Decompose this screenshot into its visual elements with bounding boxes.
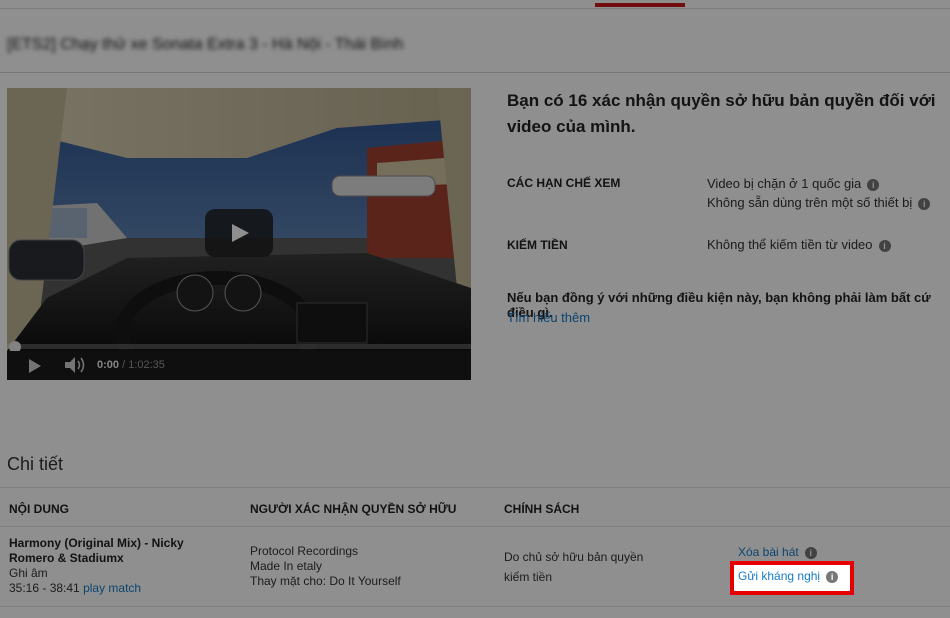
restriction-item: Không sẵn dùng trên một số thiết bị i [707,193,947,212]
match-range-line: 35:16 - 38:41 play match [9,581,224,596]
content-type: Ghi âm [9,566,48,580]
video-player[interactable]: 0:00 / 1:02:35 [7,88,471,380]
match-range: 35:16 - 38:41 [9,581,80,595]
highlight-box [730,561,854,595]
monetization-value: Không thể kiếm tiền từ video i [707,237,891,252]
remove-song-link[interactable]: Xóa bài hát [738,545,799,559]
content-cell: Harmony (Original Mix) - Nicky Romero & … [9,536,224,596]
claimant-line: Protocol Recordings [250,544,359,558]
info-icon[interactable]: i [918,198,931,210]
claimant-cell: Protocol Recordings Made In etaly Thay m… [250,544,490,589]
divider [0,526,950,527]
progress-bar[interactable] [7,344,471,349]
monetization-label: KIẾM TIỀN [507,238,568,252]
restrictions-label: CÁC HẠN CHẾ XEM [507,176,621,190]
song-title: Harmony (Original Mix) - Nicky Romero & … [9,536,184,565]
divider [0,487,950,488]
info-icon[interactable]: i [804,547,817,559]
column-header-policy: CHÍNH SÁCH [504,502,580,516]
column-header-claimant: NGƯỜI XÁC NHẬN QUYỀN SỞ HỮU [250,502,457,516]
divider [0,606,950,607]
learn-more-link[interactable]: Tìm hiểu thêm [507,310,590,325]
active-tab-indicator [595,3,685,7]
play-icon[interactable] [29,359,41,373]
player-controls: 0:00 / 1:02:35 [7,351,471,380]
remove-song-action: Xóa bài hát i [738,545,817,559]
play-overlay-button[interactable] [205,209,273,257]
details-title: Chi tiết [7,454,64,474]
volume-icon[interactable] [65,357,87,373]
top-nav-bar [0,0,950,9]
claims-heading: Bạn có 16 xác nhận quyền sở hữu bản quyề… [507,91,936,136]
time-display: 0:00 / 1:02:35 [97,359,165,371]
info-icon[interactable]: i [878,240,891,252]
restrictions-values: Video bị chặn ở 1 quốc gia i Không sẵn dù… [707,174,947,212]
info-icon[interactable]: i [867,179,880,191]
claimant-line: Made In etaly [250,559,323,573]
video-title: [ETS2] Chạy thử xe Sonata Extra 3 - Hà N… [7,36,404,53]
duration: / 1:02:35 [122,359,165,371]
claimant-line: Thay mặt cho: Do It Yourself [250,574,401,588]
policy-line: kiếm tiền [504,570,553,584]
play-match-link[interactable]: play match [83,581,141,595]
column-header-content: NỘI DUNG [9,502,69,516]
restriction-item: Video bị chặn ở 1 quốc gia i [707,174,947,193]
divider [0,72,950,73]
policy-cell: Do chủ sở hữu bản quyền kiếm tiền [504,547,674,587]
current-time: 0:00 [97,359,120,371]
policy-line: Do chủ sở hữu bản quyền [504,550,644,564]
